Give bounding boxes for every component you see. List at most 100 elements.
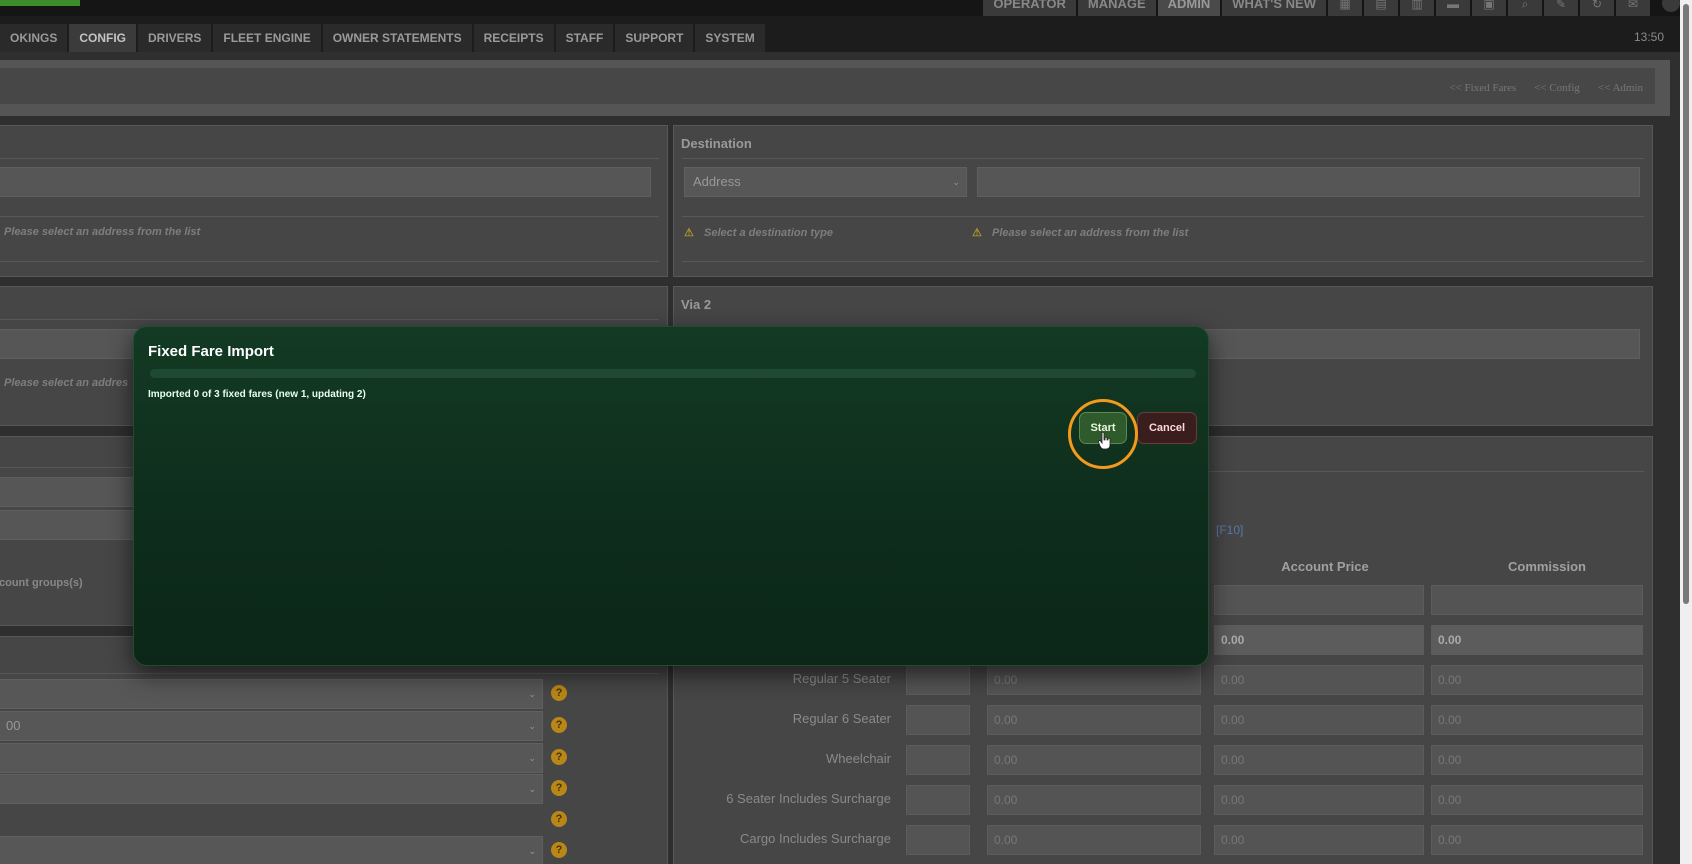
nav-admin[interactable]: ADMIN <box>1157 0 1221 16</box>
col-commission: Commission <box>1507 559 1586 574</box>
tab-config[interactable]: CONFIG <box>69 24 137 52</box>
chevron-down-icon: ⌄ <box>528 784 536 794</box>
help-icon[interactable]: ? <box>551 717 567 733</box>
wrench-icon[interactable]: ✎ <box>1544 0 1578 16</box>
tab-receipts[interactable]: RECEIPTS <box>473 24 554 52</box>
option-select-4[interactable]: ⌄ <box>0 774 543 804</box>
account-groups-label: count groups(s) <box>0 577 83 589</box>
option-select-5[interactable]: ⌄ <box>0 836 543 864</box>
destination-type-select[interactable]: Address ⌄ <box>684 167 967 197</box>
account-price-filter[interactable] <box>1214 585 1424 615</box>
account-field-2[interactable] <box>0 510 137 540</box>
account-price-default[interactable]: 0.00 <box>1214 625 1424 655</box>
row-label-6seater-surcharge: 6 Seater Includes Surcharge <box>726 791 891 806</box>
commission-default[interactable]: 0.00 <box>1431 625 1643 655</box>
sitemap-icon[interactable]: ▤ <box>1364 0 1398 16</box>
help-icon[interactable]: ? <box>551 749 567 765</box>
commission-filter[interactable] <box>1431 585 1643 615</box>
help-icon[interactable]: ? <box>551 780 567 796</box>
nav-manage[interactable]: MANAGE <box>1077 0 1156 16</box>
calculator-icon[interactable]: ▣ <box>1472 0 1506 16</box>
refresh-icon[interactable]: ↻ <box>1580 0 1614 16</box>
tab-bar: OKINGS CONFIG DRIVERS FLEET ENGINE OWNER… <box>0 16 1680 52</box>
account-price-cell[interactable]: 0.00 <box>1214 745 1424 775</box>
warning-icon: ⚠ <box>972 227 982 239</box>
tab-drivers[interactable]: DRIVERS <box>138 24 212 52</box>
help-icon[interactable]: ? <box>551 842 567 858</box>
page-scrollbar[interactable] <box>1680 0 1692 864</box>
commission-cell[interactable]: 0.00 <box>1431 705 1643 735</box>
chevron-down-icon: ⌄ <box>952 177 960 187</box>
via1-warning: Please select an addres <box>4 377 129 389</box>
f10-link[interactable]: [F10] <box>1216 523 1243 537</box>
import-progress-bar <box>150 369 1196 378</box>
via2-title: Via 2 <box>681 297 712 312</box>
fixed-fare-import-dialog: Fixed Fare Import Imported 0 of 3 fixed … <box>133 326 1209 666</box>
breadcrumb-bar: << Fixed Fares << Config << Admin <box>0 60 1670 116</box>
tab-owner-statements[interactable]: OWNER STATEMENTS <box>322 24 472 52</box>
top-bar: OPERATOR MANAGE ADMIN WHAT'S NEW ▦ ▤ ▥ ▬… <box>0 0 1692 16</box>
origin-warning: Please select an address from the list <box>4 226 201 238</box>
commission-cell[interactable]: 0.00 <box>1431 825 1643 855</box>
cancel-button[interactable]: Cancel <box>1137 412 1197 444</box>
option-select-1[interactable]: ⌄ <box>0 679 543 709</box>
user-menu-icon[interactable] <box>1662 0 1680 12</box>
destination-address-input[interactable] <box>977 167 1640 197</box>
bed-icon[interactable]: ▬ <box>1436 0 1470 16</box>
commission-cell[interactable]: 0.00 <box>1431 665 1643 695</box>
vehicle-code[interactable] <box>906 745 970 775</box>
help-icon[interactable]: ? <box>551 811 567 827</box>
clock: 13:50 <box>1633 30 1664 44</box>
scrollbar-thumb[interactable] <box>1683 4 1689 604</box>
crumb-config[interactable]: << Config <box>1534 82 1580 94</box>
origin-panel: Please select an address from the list <box>0 125 668 277</box>
nav-operator[interactable]: OPERATOR <box>983 0 1076 16</box>
price-cell[interactable]: 0.00 <box>987 745 1201 775</box>
account-price-cell[interactable]: 0.00 <box>1214 825 1424 855</box>
tab-staff[interactable]: STAFF <box>555 24 614 52</box>
grid-icon[interactable]: ▦ <box>1328 0 1362 16</box>
row-label-regular6: Regular 6 Seater <box>792 711 891 726</box>
chevron-down-icon: ⌄ <box>528 846 536 856</box>
destination-type-warning: ⚠ Select a destination type <box>684 227 833 239</box>
hand-cursor-icon <box>1098 432 1111 450</box>
import-status: Imported 0 of 3 fixed fares (new 1, upda… <box>148 389 366 400</box>
destination-title: Destination <box>681 136 752 151</box>
crumb-fixed-fares[interactable]: << Fixed Fares <box>1449 82 1516 94</box>
tab-bookings[interactable]: OKINGS <box>0 24 68 52</box>
vehicle-code[interactable] <box>906 785 970 815</box>
warning-icon: ⚠ <box>684 227 694 239</box>
crumb-admin[interactable]: << Admin <box>1598 82 1643 94</box>
row-label-wheelchair: Wheelchair <box>825 751 891 766</box>
commission-cell[interactable]: 0.00 <box>1431 745 1643 775</box>
price-cell[interactable]: 0.00 <box>987 825 1201 855</box>
nav-whats-new[interactable]: WHAT'S NEW <box>1222 0 1326 16</box>
vehicle-code[interactable] <box>906 705 970 735</box>
account-price-cell[interactable]: 0.00 <box>1214 785 1424 815</box>
search-icon[interactable]: ⌕ <box>1508 0 1542 16</box>
commission-cell[interactable]: 0.00 <box>1431 785 1643 815</box>
price-cell[interactable]: 0.00 <box>987 665 1201 695</box>
option-select-3[interactable]: ⌄ <box>0 743 543 773</box>
col-account-price: Account Price <box>1281 559 1369 574</box>
price-cell[interactable]: 0.00 <box>987 785 1201 815</box>
chat-icon[interactable]: ✉ <box>1616 0 1650 16</box>
row-label-regular5: Regular 5 Seater <box>792 671 891 686</box>
dialog-title: Fixed Fare Import <box>148 343 274 360</box>
destination-panel: Destination Address ⌄ ⚠ Select a destinat… <box>673 125 1653 277</box>
chevron-down-icon: ⌄ <box>528 753 536 763</box>
top-nav: OPERATOR MANAGE ADMIN WHAT'S NEW ▦ ▤ ▥ ▬… <box>983 0 1680 16</box>
table-icon[interactable]: ▥ <box>1400 0 1434 16</box>
tab-system[interactable]: SYSTEM <box>695 24 765 52</box>
account-field-1[interactable] <box>0 477 137 507</box>
origin-address-input[interactable] <box>0 167 651 197</box>
account-price-cell[interactable]: 0.00 <box>1214 705 1424 735</box>
vehicle-code[interactable] <box>906 825 970 855</box>
vehicle-code[interactable] <box>906 665 970 695</box>
price-cell[interactable]: 0.00 <box>987 705 1201 735</box>
tab-fleet-engine[interactable]: FLEET ENGINE <box>213 24 321 52</box>
tab-support[interactable]: SUPPORT <box>615 24 694 52</box>
account-price-cell[interactable]: 0.00 <box>1214 665 1424 695</box>
help-icon[interactable]: ? <box>551 685 567 701</box>
option-select-2[interactable]: 00 ⌄ <box>0 711 543 741</box>
